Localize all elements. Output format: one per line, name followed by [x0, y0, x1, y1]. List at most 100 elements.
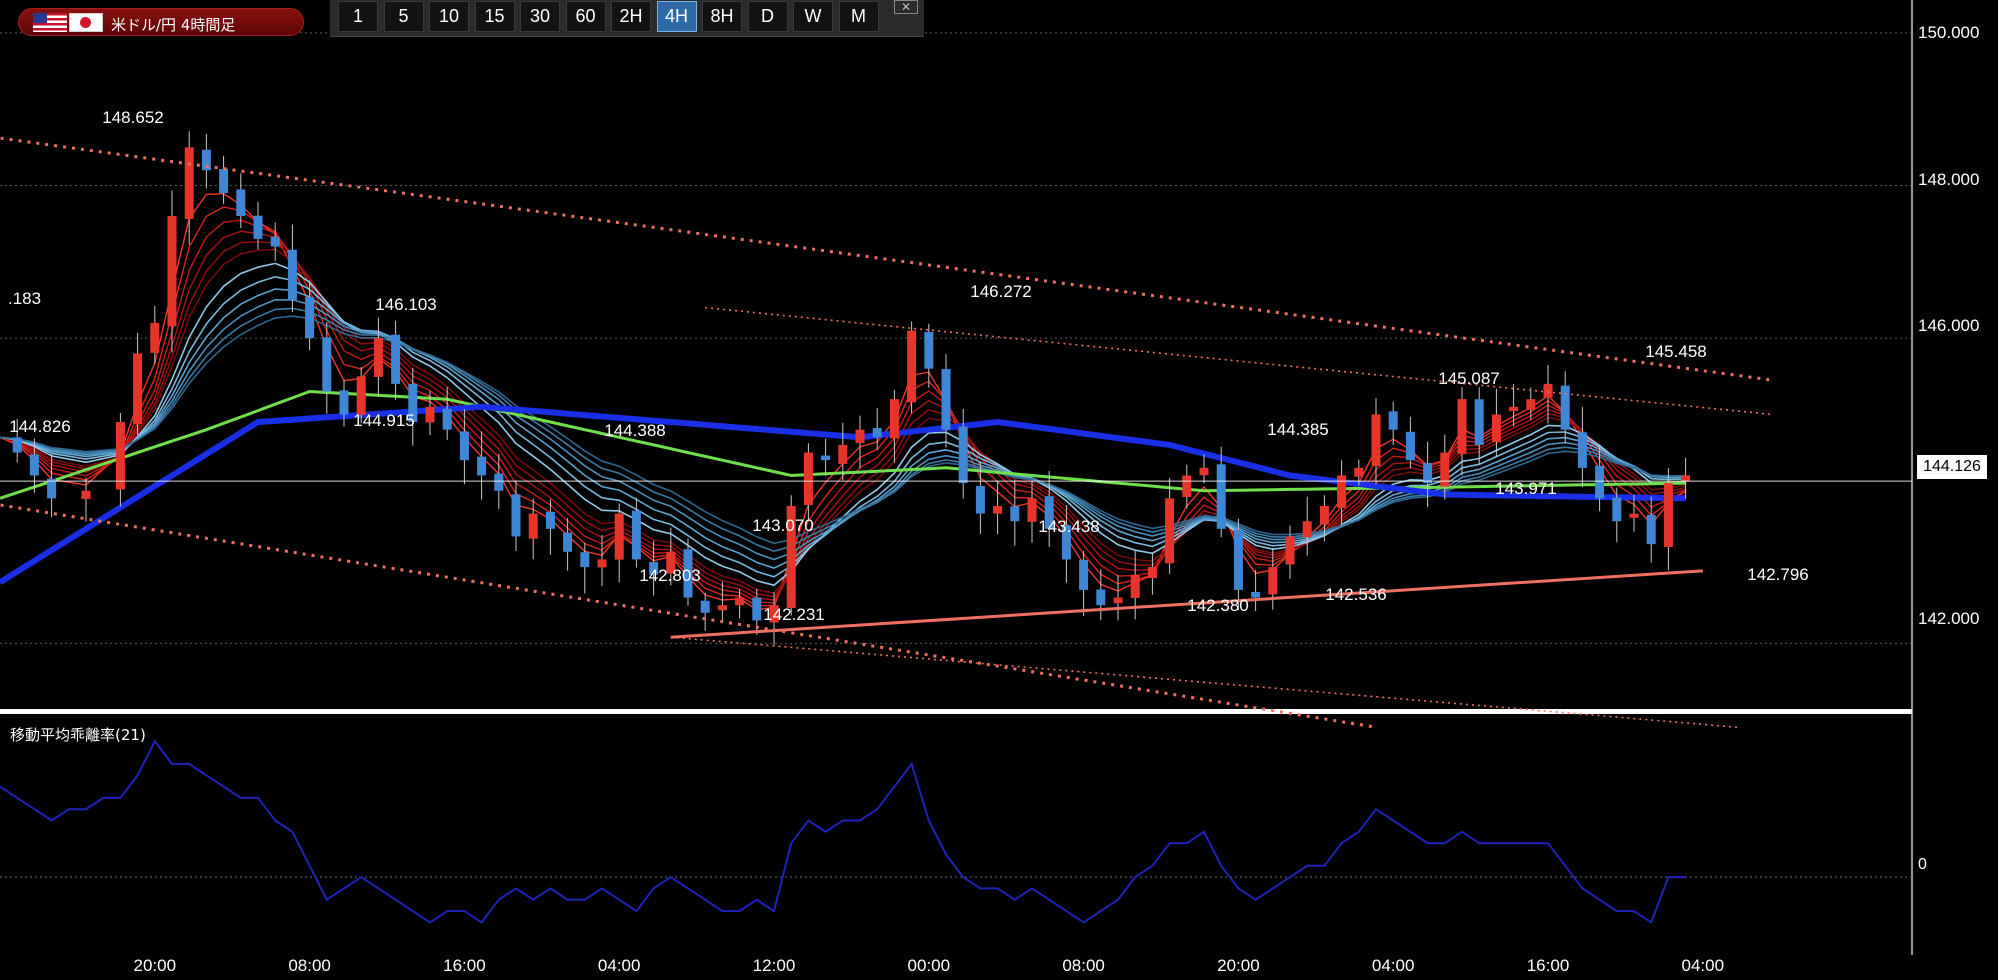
candle-body	[924, 331, 934, 369]
candle-body	[700, 600, 710, 613]
price-annotation: 142.380	[1187, 596, 1249, 615]
candle-body	[1113, 597, 1123, 604]
candle-body	[1027, 498, 1037, 522]
candle-body	[1681, 475, 1691, 482]
price-annotation: 145.458	[1645, 342, 1707, 361]
candle-body	[1096, 589, 1106, 606]
timeframe-button[interactable]: 60	[565, 1, 606, 32]
candle-body	[29, 454, 39, 476]
candle-body	[1646, 514, 1656, 545]
candle-body	[1474, 399, 1484, 445]
candle-body	[528, 513, 538, 539]
price-annotation: 144.915	[353, 411, 415, 430]
candle-body	[287, 249, 297, 300]
price-annotation: 144.388	[604, 421, 666, 440]
price-annotation: 145.087	[1438, 369, 1500, 388]
candle-body	[1388, 411, 1398, 430]
timeframe-button[interactable]: 1	[338, 1, 378, 32]
candle-body	[1457, 399, 1467, 454]
candle-body	[1491, 414, 1501, 442]
candle-body	[1354, 467, 1364, 477]
price-annotation: 142.803	[639, 566, 701, 585]
candle-body	[1165, 498, 1175, 564]
candle-body	[907, 330, 917, 403]
timeframe-button[interactable]: 8H	[702, 1, 742, 32]
time-axis-label: 04:00	[1681, 956, 1725, 975]
timeframe-button[interactable]: 10	[429, 1, 469, 32]
candle-body	[236, 189, 246, 217]
close-icon[interactable]: ✕	[894, 0, 918, 14]
price-axis-label: 150.000	[1918, 23, 1980, 42]
candle-body	[425, 406, 435, 423]
candle-body	[1199, 467, 1209, 476]
candle-body	[1010, 506, 1020, 522]
candle-body	[115, 422, 125, 490]
candle-body	[1595, 465, 1605, 499]
timeframe-button[interactable]: 5	[383, 1, 424, 32]
price-axis-label: 142.000	[1918, 609, 1980, 628]
candle-body	[167, 216, 177, 327]
timeframe-button[interactable]: W	[793, 1, 833, 32]
candle-body	[1526, 399, 1536, 410]
candle-body	[1371, 414, 1381, 466]
price-axis-label: 148.000	[1918, 170, 1980, 189]
candle-body	[803, 452, 813, 506]
candle-body	[1405, 431, 1415, 461]
price-annotation: 142.231	[763, 605, 825, 624]
candle-body	[752, 597, 762, 621]
candle-body	[442, 408, 452, 430]
time-axis-label: 08:00	[288, 956, 331, 975]
price-annotation: 142.796	[1747, 565, 1809, 584]
candle-body	[1233, 529, 1243, 590]
fx-chart-window: 米ドル/円 4時間足 1 5 10 15 30 60 2H 4H 8H D W M ✕ 150.000…	[0, 0, 1998, 980]
timeframe-button[interactable]: M	[838, 1, 879, 32]
candle-body	[855, 429, 865, 444]
candle-body	[821, 455, 831, 461]
timeframe-button[interactable]: 2H	[611, 1, 651, 32]
candle-body	[81, 490, 91, 500]
candle-body	[1509, 406, 1519, 412]
price-annotation: 144.826	[9, 417, 71, 436]
candle-body	[477, 456, 487, 476]
indicator-zero-label: 0	[1918, 856, 1927, 873]
timeframe-toolbar: 1 5 10 15 30 60 2H 4H 8H D W M	[330, 0, 924, 37]
candle-body	[1629, 513, 1639, 518]
candle-body	[975, 485, 985, 514]
candle-body	[1251, 591, 1261, 598]
candle-body	[373, 338, 383, 377]
candle-body	[717, 605, 727, 611]
candle-body	[545, 511, 555, 529]
time-axis-label: 04:00	[597, 956, 641, 975]
timeframe-button[interactable]: D	[747, 1, 788, 32]
price-annotation: 146.103	[375, 295, 437, 314]
candle-body	[889, 399, 899, 439]
time-axis-label: 12:00	[752, 956, 796, 975]
symbol-badge[interactable]: 米ドル/円 4時間足	[18, 8, 304, 36]
candle-body	[631, 510, 641, 560]
timeframe-button[interactable]: 30	[520, 1, 560, 32]
candle-body	[133, 353, 143, 425]
candle-body	[1268, 567, 1278, 595]
candle-body	[219, 168, 229, 194]
price-annotation: .183	[8, 289, 42, 308]
time-axis-label: 16:00	[1526, 956, 1570, 975]
indicator-title: 移動平均乖離率(21)	[10, 726, 146, 744]
candle-body	[1423, 463, 1433, 484]
candle-body	[1560, 385, 1570, 430]
time-axis-label: 08:00	[1062, 956, 1105, 975]
price-chart[interactable]	[0, 0, 1998, 980]
candle-body	[1147, 567, 1157, 579]
candle-body	[322, 337, 332, 392]
candle-body	[1285, 536, 1295, 565]
candle-body	[12, 437, 22, 453]
price-annotation: 143.438	[1038, 517, 1100, 536]
price-annotation: 143.971	[1495, 479, 1557, 498]
time-axis-label: 04:00	[1371, 956, 1415, 975]
timeframe-button[interactable]: 4H	[656, 1, 697, 32]
candle-body	[305, 297, 315, 339]
chart-background	[0, 0, 1998, 980]
price-annotation: 143.070	[752, 516, 814, 535]
candle-body	[1577, 432, 1587, 468]
timeframe-button[interactable]: 15	[474, 1, 515, 32]
panel-divider	[0, 709, 1912, 714]
